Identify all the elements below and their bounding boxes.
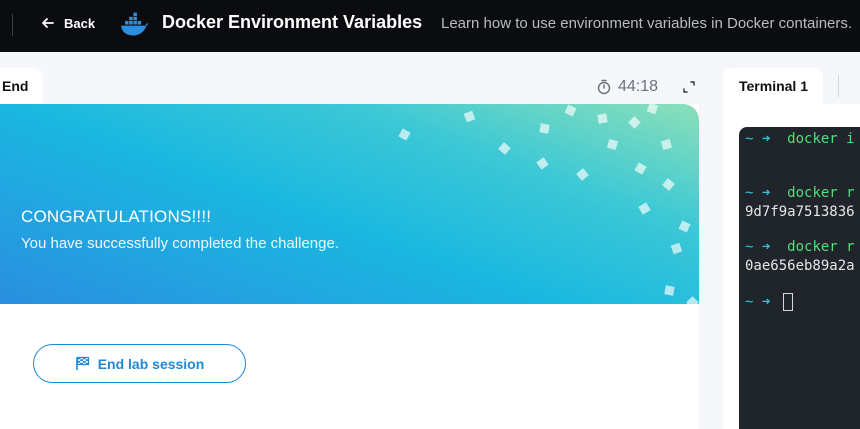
terminal-line: ~ ➜ <box>745 293 793 311</box>
terminal-prompt: ~ ➜ <box>745 131 771 147</box>
terminal-prompt: ~ ➜ <box>745 185 771 201</box>
confetti-piece <box>664 285 675 296</box>
docker-logo-icon <box>121 12 148 36</box>
terminal-command: docker r <box>787 239 855 255</box>
checkered-flag-icon <box>75 356 89 370</box>
confetti-piece <box>597 113 608 124</box>
confetti-piece <box>660 138 673 151</box>
terminal-prompt: ~ ➜ <box>745 294 771 310</box>
back-label: Back <box>64 15 96 31</box>
terminal-cursor <box>782 293 793 311</box>
stopwatch-icon <box>597 79 611 95</box>
confetti-piece <box>536 157 549 170</box>
terminal-line: ~ ➜ docker i <box>745 131 855 147</box>
terminal-command: docker i <box>787 131 855 147</box>
expand-icon[interactable] <box>682 80 696 94</box>
completion-message: You have successfully completed the chal… <box>21 235 339 252</box>
terminal-command: docker r <box>787 185 855 201</box>
page-title: Docker Environment Variables <box>162 12 423 32</box>
tab-end[interactable]: End <box>0 68 43 104</box>
confetti-piece <box>638 202 651 215</box>
session-timer: 44:18 <box>596 78 658 96</box>
confetti-piece <box>539 123 550 134</box>
terminal-line: ~ ➜ docker r <box>745 185 855 201</box>
confetti-piece <box>463 110 476 123</box>
terminal-prompt: ~ ➜ <box>745 239 771 255</box>
confetti-piece <box>606 138 619 151</box>
terminal-line: ~ ➜ docker r <box>745 239 855 255</box>
confetti-piece <box>498 142 511 155</box>
confetti-piece <box>628 116 641 129</box>
back-button[interactable]: Back <box>40 15 95 31</box>
end-lab-session-label: End lab session <box>97 355 205 372</box>
confetti-piece <box>576 168 589 181</box>
page-subtitle: Learn how to use environment variables i… <box>441 15 853 32</box>
tab-terminal-1[interactable]: Terminal 1 <box>723 68 823 104</box>
terminal-output: 0ae656eb89a2a <box>745 258 855 274</box>
end-lab-session-button[interactable]: End lab session <box>33 344 246 383</box>
tab-separator <box>838 75 839 97</box>
confetti-piece <box>564 104 577 117</box>
confetti-piece <box>678 220 691 233</box>
header-divider <box>12 14 13 36</box>
completion-card: CONGRATULATIONS!!!! You have successfull… <box>0 104 699 429</box>
congratulations-banner: CONGRATULATIONS!!!! You have successfull… <box>0 104 699 304</box>
confetti-piece <box>646 104 659 115</box>
confetti-piece <box>670 242 683 255</box>
congratulations-heading: CONGRATULATIONS!!!! <box>21 207 212 226</box>
confetti-piece <box>398 128 411 141</box>
confetti-piece <box>634 162 647 175</box>
terminal-output: 9d7f9a7513836 <box>745 204 855 220</box>
top-bar: Back Docker Environment Variables Learn … <box>0 0 860 52</box>
confetti-piece <box>686 296 699 304</box>
arrow-left-icon <box>42 18 54 28</box>
terminal-window[interactable]: ~ ➜ docker i ~ ➜ docker r 9d7f9a7513836 … <box>739 127 860 429</box>
timer-value: 44:18 <box>618 78 659 95</box>
confetti-piece <box>662 178 675 191</box>
